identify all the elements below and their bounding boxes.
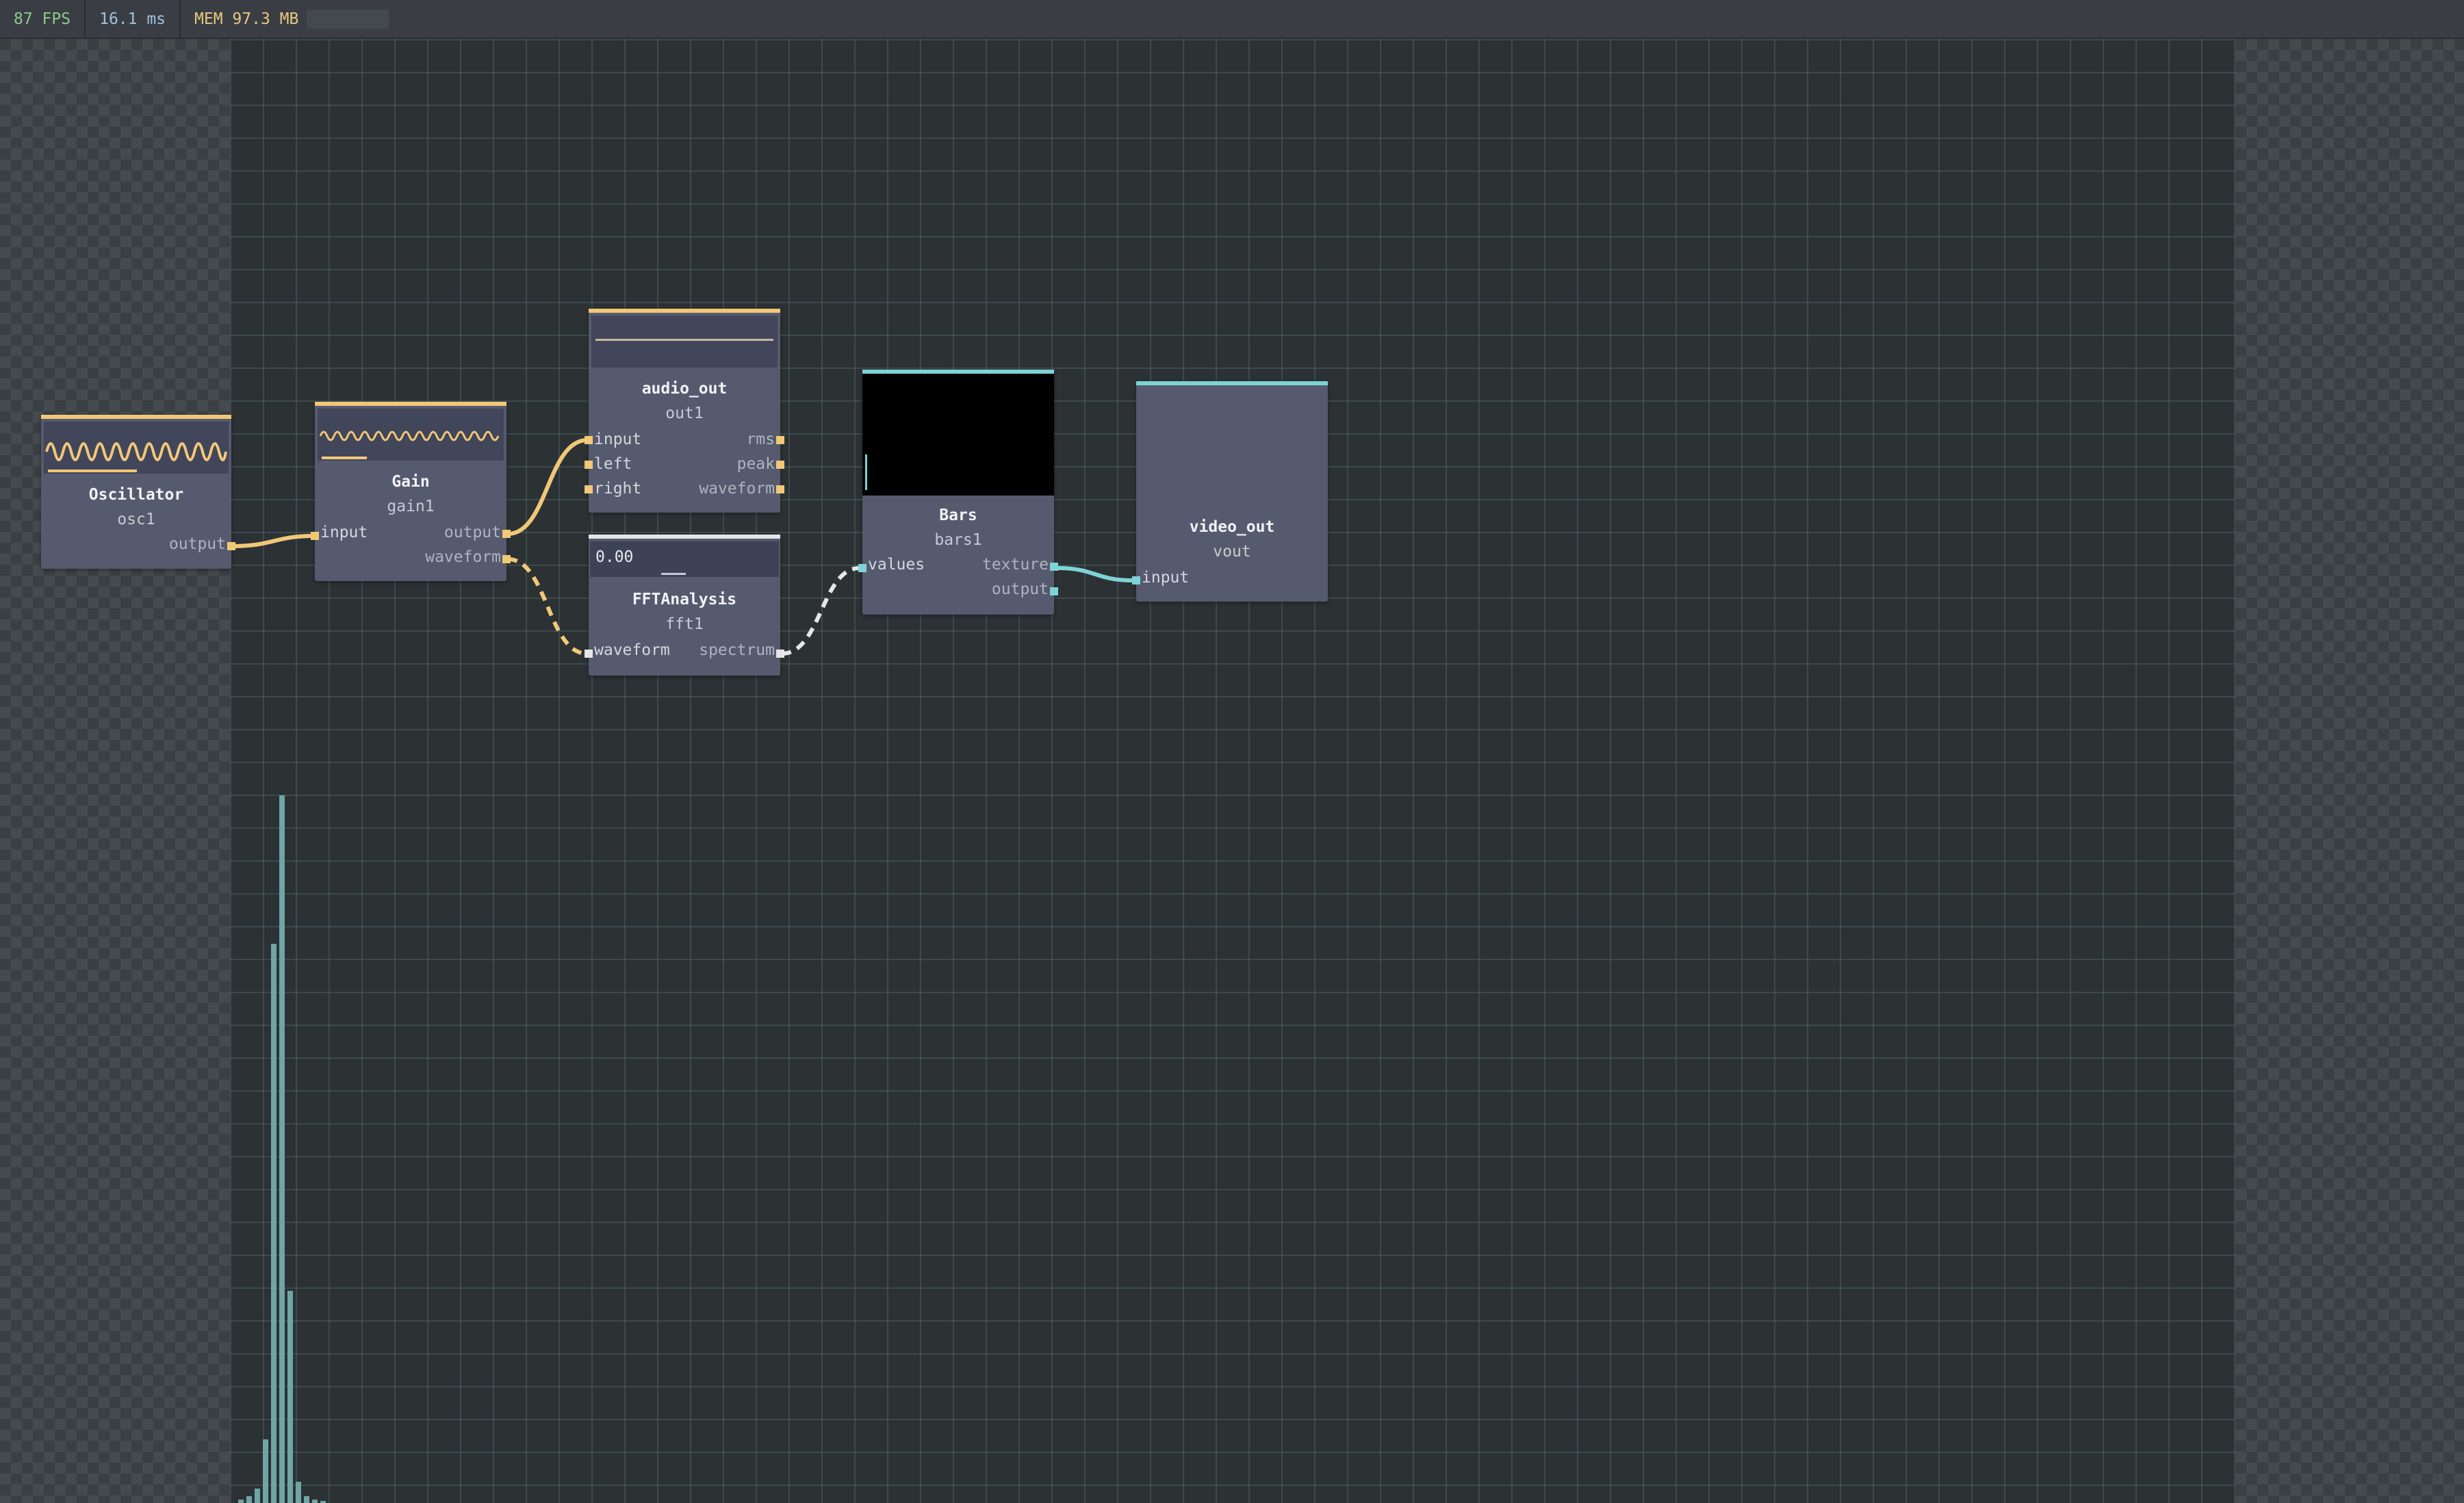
port-waveform[interactable]: waveform <box>594 641 670 659</box>
port-input[interactable]: input <box>320 524 368 541</box>
node-id: gain1 <box>387 498 435 515</box>
port-right[interactable]: right <box>594 480 641 498</box>
spectrum-bar <box>263 1439 268 1503</box>
spectrum-bar <box>271 944 277 1503</box>
memory-meter <box>307 9 389 29</box>
spectrum-bar <box>246 1496 252 1503</box>
waveform-preview <box>318 409 504 461</box>
gain-node[interactable]: Gain gain1 input output waveform <box>311 402 511 581</box>
port-values[interactable]: values <box>868 556 925 574</box>
node-id: osc1 <box>117 511 155 528</box>
port-spectrum-handle[interactable] <box>776 650 784 658</box>
fft-analysis-node[interactable]: 0.00 FFTAnalysis fft1 waveform spectrum <box>585 535 784 676</box>
canvas-margin-right <box>2235 39 2464 1503</box>
node-accent <box>1136 381 1328 385</box>
canvas-margin-left <box>0 39 230 1503</box>
node-accent <box>41 415 231 419</box>
port-output-handle[interactable] <box>1050 587 1058 595</box>
node-id: out1 <box>665 404 704 422</box>
port-input[interactable]: input <box>594 431 641 448</box>
port-waveform-handle[interactable] <box>585 650 593 658</box>
level-preview <box>591 316 778 368</box>
level-line <box>595 339 773 341</box>
video-out-node[interactable]: video_out vout input <box>1132 381 1328 602</box>
port-rms[interactable]: rms <box>746 431 775 448</box>
node-id: vout <box>1213 543 1251 561</box>
port-texture[interactable]: texture <box>982 556 1049 574</box>
level-line <box>322 457 367 459</box>
fft-readout-panel: 0.00 <box>590 541 779 577</box>
port-input-handle[interactable] <box>311 532 319 540</box>
node-title: video_out <box>1189 518 1275 536</box>
node-title: Bars <box>939 506 977 524</box>
port-output-handle[interactable] <box>502 530 511 538</box>
status-bar: 87 FPS 16.1 ms MEM 97.3 MB <box>0 0 2464 39</box>
fft-mini-bar <box>661 573 686 575</box>
spectrum-bar <box>312 1500 318 1503</box>
spectrum-bar <box>287 1291 293 1503</box>
port-waveform-handle[interactable] <box>502 555 511 563</box>
node-accent <box>589 309 780 313</box>
node-accent <box>589 535 780 539</box>
sine-wave <box>45 442 227 461</box>
port-right-handle[interactable] <box>585 485 593 493</box>
port-peak-handle[interactable] <box>776 461 784 469</box>
port-left[interactable]: left <box>594 455 632 473</box>
fft-readout: 0.00 <box>595 548 634 566</box>
port-output[interactable]: output <box>992 580 1049 598</box>
spectrum-bar <box>238 1500 244 1503</box>
oscillator-node[interactable]: Oscillator osc1 output <box>41 415 235 569</box>
port-input-handle[interactable] <box>585 436 593 444</box>
port-output-handle[interactable] <box>227 542 235 550</box>
audio-out-node[interactable]: audio_out out1 input left right rms peak… <box>585 309 784 513</box>
node-title: Gain <box>392 473 430 491</box>
spectrum-bar <box>255 1489 260 1503</box>
node-graph-canvas[interactable] <box>230 39 2235 1503</box>
port-input-handle[interactable] <box>1132 576 1140 584</box>
port-waveform[interactable]: waveform <box>425 548 501 566</box>
port-peak[interactable]: peak <box>737 455 775 473</box>
level-line <box>48 470 137 472</box>
port-spectrum[interactable]: spectrum <box>699 641 775 659</box>
port-values-handle[interactable] <box>858 564 867 572</box>
node-id: fft1 <box>665 615 704 633</box>
node-title: audio_out <box>641 380 728 398</box>
node-title: Oscillator <box>88 486 184 504</box>
port-waveform[interactable]: waveform <box>699 480 775 498</box>
port-left-handle[interactable] <box>585 461 593 469</box>
port-input[interactable]: input <box>1142 569 1189 587</box>
spectrum-bar <box>279 795 285 1503</box>
port-texture-handle[interactable] <box>1050 563 1058 571</box>
node-title: FFTAnalysis <box>632 591 737 608</box>
gain-wave <box>319 431 500 441</box>
frame-time-readout: 16.1 ms <box>86 0 181 38</box>
port-waveform-handle[interactable] <box>776 485 784 493</box>
waveform-preview <box>44 422 229 474</box>
preview-spike <box>865 454 867 490</box>
bars-preview <box>862 374 1054 496</box>
fps-readout: 87 FPS <box>0 0 86 38</box>
node-accent <box>315 402 506 406</box>
port-output[interactable]: output <box>444 524 501 541</box>
spectrum-bar <box>296 1482 301 1503</box>
bars-node[interactable]: Bars bars1 values texture output <box>858 370 1058 615</box>
spectrum-bar <box>304 1496 309 1503</box>
memory-readout: MEM 97.3 MB <box>194 10 299 28</box>
port-rms-handle[interactable] <box>776 436 784 444</box>
node-id: bars1 <box>934 531 982 549</box>
port-output[interactable]: output <box>169 535 226 553</box>
